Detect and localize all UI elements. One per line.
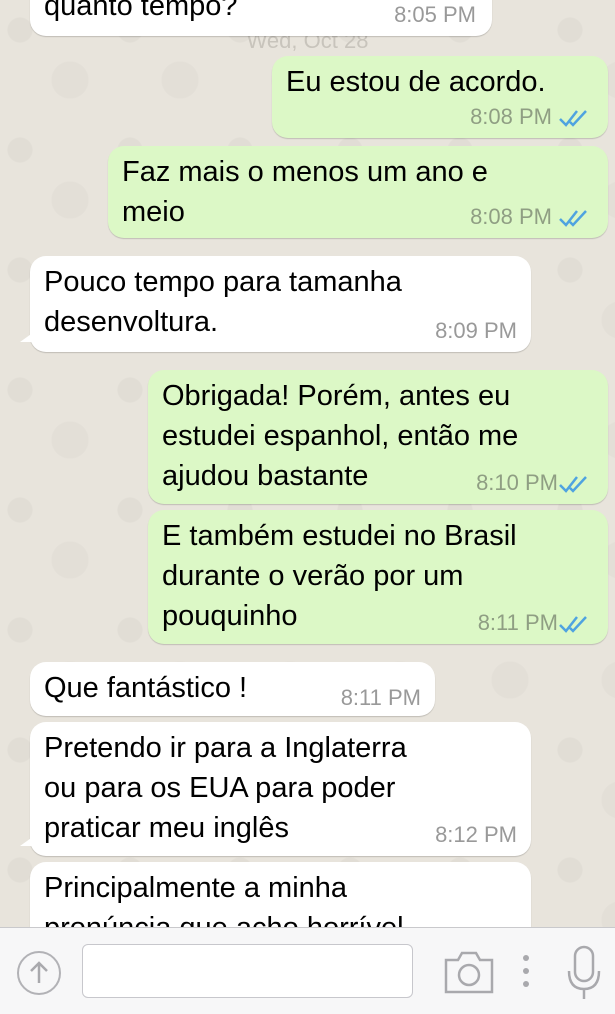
message-bubble[interactable]: Obrigada! Porém, antes eu estudei espanh…	[148, 370, 608, 504]
message-text: E também estudei no Brasil durante o ver…	[162, 520, 517, 632]
message-bubble[interactable]: Pretendo ir para a Inglaterra ou para os…	[20, 722, 531, 856]
message-text: Obrigada! Porém, antes eu estudei espanh…	[162, 380, 519, 492]
chat-area[interactable]: Wed, Oct 28 quanto tempo? 8:05 PM Eu est…	[0, 0, 615, 927]
message-text: quanto tempo?	[44, 0, 238, 22]
upload-arrow-icon[interactable]	[17, 951, 61, 995]
message-text: Faz mais o menos um ano e meio	[122, 156, 488, 228]
message-time: 8:10 PM	[476, 470, 558, 495]
message-time: 8:09 PM	[435, 318, 517, 343]
message-time: 8:08 PM	[470, 104, 552, 129]
message-time: 8:11 PM	[477, 610, 558, 635]
microphone-icon[interactable]	[564, 945, 604, 1001]
double-check-icon	[559, 616, 587, 633]
message-text: Eu estou de acordo.	[286, 66, 546, 98]
double-check-icon	[559, 210, 587, 227]
message-bubble[interactable]: Que fantástico ! 8:11 PM	[30, 662, 435, 716]
message-time: 8:08 PM	[470, 204, 552, 229]
bubble-tail	[20, 332, 34, 342]
message-time: 8:11 PM	[340, 685, 421, 710]
message-time: 8:12 PM	[435, 822, 517, 847]
message-bubble[interactable]: quanto tempo? 8:05 PM	[30, 0, 492, 36]
double-check-icon	[559, 110, 587, 127]
more-dots-icon[interactable]	[521, 950, 531, 992]
message-bubble[interactable]: Pouco tempo para tamanha desenvoltura. 8…	[20, 256, 531, 352]
message-bubble[interactable]: E também estudei no Brasil durante o ver…	[148, 510, 608, 644]
double-check-icon	[559, 476, 587, 493]
message-text: Principalmente a minha pronúncia que ach…	[44, 872, 404, 927]
message-text: Pretendo ir para a Inglaterra ou para os…	[44, 732, 407, 844]
message-bubble[interactable]: Principalmente a minha pronúncia que ach…	[30, 862, 531, 927]
message-time: 8:05 PM	[394, 2, 476, 27]
message-text: Pouco tempo para tamanha desenvoltura.	[44, 266, 402, 338]
message-input[interactable]	[82, 944, 413, 998]
camera-icon[interactable]	[443, 948, 495, 996]
message-bubble[interactable]: Eu estou de acordo. 8:08 PM	[272, 56, 608, 138]
message-bubble[interactable]: Faz mais o menos um ano e meio 8:08 PM	[108, 146, 608, 238]
bubble-tail	[20, 836, 34, 846]
composer-bar	[0, 927, 615, 1014]
message-text: Que fantástico !	[44, 672, 248, 704]
